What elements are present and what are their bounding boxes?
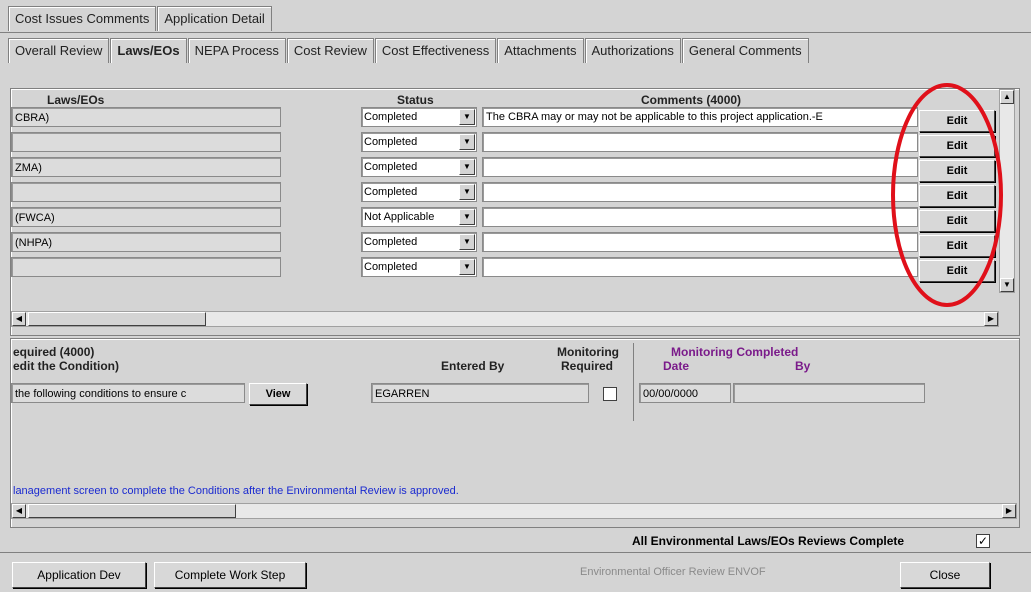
comment-input[interactable] bbox=[482, 257, 918, 277]
tab-laws-eos[interactable]: Laws/EOs bbox=[110, 38, 187, 63]
highlight-circle bbox=[891, 83, 1003, 307]
scroll-left-icon[interactable]: ◀ bbox=[12, 504, 26, 518]
law-cell bbox=[11, 132, 281, 152]
law-cell: (NHPA) bbox=[11, 232, 281, 252]
divider bbox=[0, 32, 1031, 33]
tab-application-detail[interactable]: Application Detail bbox=[157, 6, 272, 31]
tab-cost-issues-comments[interactable]: Cost Issues Comments bbox=[8, 6, 157, 31]
laws-grid-panel: Laws/EOs Status Comments (4000) CBRA) Co… bbox=[10, 88, 1020, 336]
outer-tab-row: Cost Issues Comments Application Detail bbox=[8, 6, 273, 32]
chevron-down-icon: ▼ bbox=[459, 134, 475, 150]
tab-cost-effectiveness[interactable]: Cost Effectiveness bbox=[374, 38, 497, 63]
divider bbox=[633, 343, 634, 421]
tab-cost-review[interactable]: Cost Review bbox=[286, 38, 374, 63]
comment-input[interactable] bbox=[482, 232, 918, 252]
monitoring-completed-header: Monitoring Completed bbox=[671, 345, 799, 359]
status-text: Environmental Officer Review ENVOF bbox=[580, 566, 766, 578]
view-button[interactable]: View bbox=[249, 383, 307, 405]
status-select[interactable]: Completed ▼ bbox=[361, 107, 477, 127]
status-select[interactable]: Completed ▼ bbox=[361, 182, 477, 202]
entered-by-header: Entered By bbox=[441, 359, 505, 373]
all-complete-checkbox[interactable]: ✓ bbox=[976, 534, 990, 548]
entered-by-field: EGARREN bbox=[371, 383, 589, 403]
law-cell: ZMA) bbox=[11, 157, 281, 177]
tab-nepa-process[interactable]: NEPA Process bbox=[187, 38, 286, 63]
chevron-down-icon: ▼ bbox=[459, 259, 475, 275]
status-select[interactable]: Completed ▼ bbox=[361, 132, 477, 152]
chevron-down-icon: ▼ bbox=[459, 159, 475, 175]
horizontal-scrollbar[interactable]: ◀ ▶ bbox=[11, 503, 1017, 519]
header-laws: Laws/EOs bbox=[47, 93, 105, 107]
monitoring-header: Monitoring bbox=[557, 345, 619, 359]
header-comments: Comments (4000) bbox=[641, 93, 742, 107]
application-dev-button[interactable]: Application Dev bbox=[12, 562, 146, 588]
chevron-down-icon: ▼ bbox=[459, 184, 475, 200]
law-cell: CBRA) bbox=[11, 107, 281, 127]
law-cell bbox=[11, 257, 281, 277]
monitoring-date-field: 00/00/0000 bbox=[639, 383, 731, 403]
chevron-down-icon: ▼ bbox=[459, 234, 475, 250]
conditions-note: lanagement screen to complete the Condit… bbox=[13, 485, 459, 497]
comment-input[interactable] bbox=[482, 157, 918, 177]
comment-input[interactable] bbox=[482, 132, 918, 152]
tab-attachments[interactable]: Attachments bbox=[497, 38, 584, 63]
monitoring-required-checkbox[interactable] bbox=[603, 387, 617, 401]
date-header: Date bbox=[663, 359, 690, 373]
tab-authorizations[interactable]: Authorizations bbox=[584, 38, 681, 63]
divider bbox=[0, 552, 1031, 553]
scroll-right-icon[interactable]: ▶ bbox=[984, 312, 998, 326]
conditions-header-edit: edit the Condition) bbox=[13, 359, 119, 373]
comment-input[interactable] bbox=[482, 182, 918, 202]
status-select[interactable]: Completed ▼ bbox=[361, 257, 477, 277]
tab-general-comments[interactable]: General Comments bbox=[681, 38, 809, 63]
complete-work-step-button[interactable]: Complete Work Step bbox=[154, 562, 306, 588]
law-cell bbox=[11, 182, 281, 202]
status-select[interactable]: Completed ▼ bbox=[361, 157, 477, 177]
chevron-down-icon: ▼ bbox=[459, 209, 475, 225]
monitoring-by-field bbox=[733, 383, 925, 403]
monitoring-required-header: Required bbox=[561, 359, 614, 373]
inner-tab-row: Overall Review Laws/EOs NEPA Process Cos… bbox=[8, 38, 810, 64]
close-button[interactable]: Close bbox=[900, 562, 990, 588]
scroll-left-icon[interactable]: ◀ bbox=[12, 312, 26, 326]
application-window: Cost Issues Comments Application Detail … bbox=[0, 0, 1031, 592]
law-cell: (FWCA) bbox=[11, 207, 281, 227]
tab-overall-review[interactable]: Overall Review bbox=[8, 38, 110, 63]
condition-text: the following conditions to ensure c bbox=[11, 383, 245, 403]
scroll-right-icon[interactable]: ▶ bbox=[1002, 504, 1016, 518]
comment-input[interactable] bbox=[482, 207, 918, 227]
conditions-header-required: equired (4000) bbox=[13, 345, 95, 359]
horizontal-scrollbar[interactable]: ◀ ▶ bbox=[11, 311, 999, 327]
scroll-thumb[interactable] bbox=[28, 504, 236, 518]
all-complete-label: All Environmental Laws/EOs Reviews Compl… bbox=[632, 534, 905, 548]
status-select[interactable]: Not Applicable ▼ bbox=[361, 207, 477, 227]
scroll-thumb[interactable] bbox=[28, 312, 206, 326]
comment-input[interactable]: The CBRA may or may not be applicable to… bbox=[482, 107, 918, 127]
status-select[interactable]: Completed ▼ bbox=[361, 232, 477, 252]
by-header: By bbox=[795, 359, 811, 373]
header-status: Status bbox=[397, 93, 434, 107]
chevron-down-icon: ▼ bbox=[459, 109, 475, 125]
divider bbox=[633, 383, 634, 403]
conditions-panel: equired (4000) edit the Condition) Enter… bbox=[10, 338, 1020, 528]
